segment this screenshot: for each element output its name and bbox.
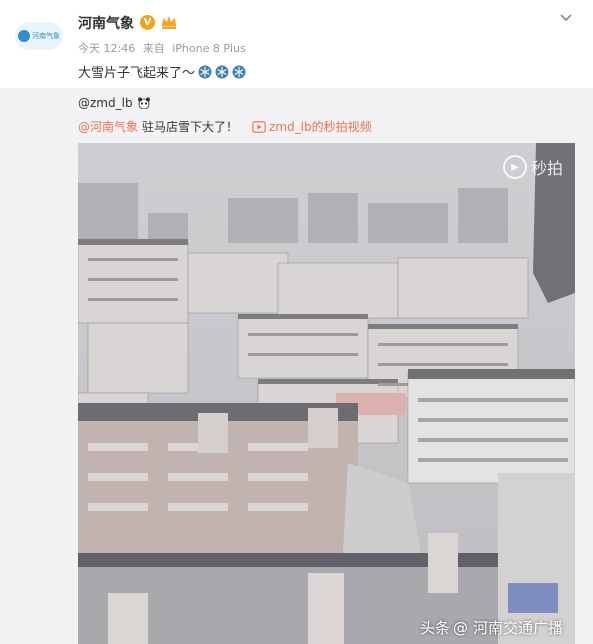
video-link[interactable]: zmd_lb的秒拍视频	[252, 118, 372, 135]
snowflake-icon	[215, 65, 229, 78]
verified-badge-icon: V	[140, 15, 155, 30]
post-body: 大雪片子飞起来了～	[78, 66, 196, 81]
post-text: 大雪片子飞起来了～	[78, 62, 246, 81]
avatar-label: 河南气象	[32, 32, 60, 40]
video-player[interactable]: ▶ 秒拍 头条 @ 河南交通广播	[78, 143, 575, 644]
post-meta: 今天 12:46 来自 iPhone 8 Plus	[78, 40, 250, 56]
play-icon: ▶	[502, 155, 527, 179]
panda-icon	[137, 97, 150, 109]
username[interactable]: 河南气象	[78, 13, 134, 33]
post-time[interactable]: 今天 12:46	[78, 42, 135, 55]
device-prefix: 来自	[142, 42, 165, 55]
avatar[interactable]: 河南气象	[15, 22, 63, 50]
video-link-icon	[252, 120, 266, 133]
vip-level-icon	[162, 16, 176, 29]
chevron-down-icon[interactable]	[559, 10, 573, 24]
repost-box: @zmd_lb @河南气象 驻马店雪下大了！ zmd_lb的秒拍视频 ▶ 秒拍 …	[0, 88, 593, 644]
snowy-city-scene	[78, 143, 575, 644]
mention-link[interactable]: @河南气象	[78, 118, 138, 135]
credit-source: 河南交通广播	[472, 619, 563, 637]
weibo-post-header: 河南气象 河南气象 V 今天 12:46 来自 iPhone 8 Plus 大雪…	[0, 0, 593, 88]
video-link-label: zmd_lb的秒拍视频	[269, 120, 372, 134]
at-icon: @	[452, 618, 468, 637]
snowflake-icon	[232, 65, 246, 78]
repost-text: 驻马店雪下大了！	[142, 120, 239, 134]
video-watermark: ▶ 秒拍	[502, 155, 563, 179]
device-name[interactable]: iPhone 8 Plus	[172, 42, 246, 55]
weather-logo-icon	[18, 30, 30, 42]
repost-username[interactable]: @zmd_lb	[78, 96, 133, 110]
watermark-text: 秒拍	[530, 159, 563, 178]
snowflake-icon	[198, 65, 212, 78]
repost-user: @zmd_lb	[78, 96, 151, 110]
source-credit: 头条 @ 河南交通广播	[420, 617, 563, 638]
repost-content: @河南气象 驻马店雪下大了！ zmd_lb的秒拍视频	[78, 118, 372, 135]
credit-platform: 头条	[419, 619, 450, 637]
